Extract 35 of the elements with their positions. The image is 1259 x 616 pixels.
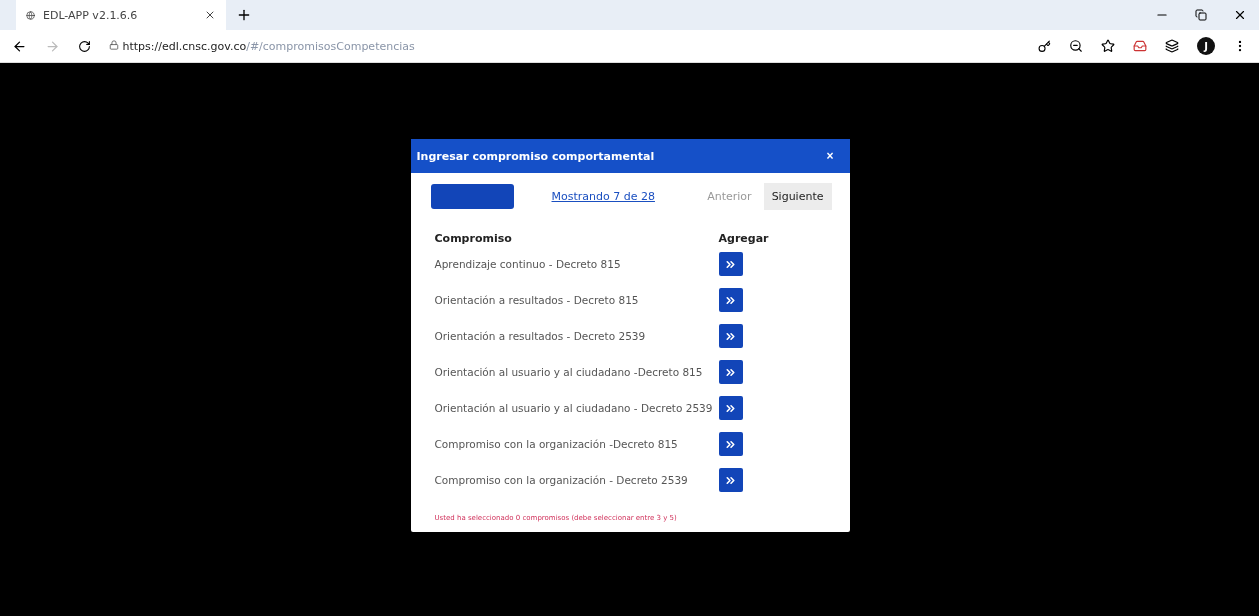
key-icon[interactable]	[1038, 39, 1051, 53]
add-button[interactable]	[718, 396, 743, 420]
column-header: Agregar	[718, 232, 770, 246]
restore-icon[interactable]	[1195, 9, 1207, 21]
page-status-link[interactable]: Mostrando 7 de 28	[551, 190, 655, 203]
back-icon[interactable]	[12, 38, 27, 54]
add-button[interactable]	[718, 468, 743, 492]
add-button[interactable]	[718, 324, 743, 348]
url-field[interactable]: https://edl.cnsc.gov.co/#/compromisosCompetencias	[109, 39, 415, 53]
add-button[interactable]	[718, 360, 743, 384]
table-cell-text: Orientación a resultados - Decreto 815	[434, 293, 640, 308]
pager-button[interactable]: Siguiente	[763, 183, 832, 210]
add-button[interactable]	[718, 432, 743, 456]
close-icon[interactable]	[1233, 8, 1247, 22]
add-button[interactable]	[718, 252, 743, 276]
table-cell-text: Orientación al usuario y al ciudadano -Decreto 815	[434, 365, 704, 380]
profile-avatar[interactable]: J	[1197, 37, 1215, 55]
add-button[interactable]	[718, 288, 743, 312]
close-icon[interactable]	[204, 9, 216, 21]
close-button[interactable]: ×	[822, 149, 838, 163]
zoom-icon[interactable]	[1069, 39, 1083, 53]
table-cell-text: Aprendizaje continuo - Decreto 815	[434, 257, 622, 272]
page-icon	[26, 10, 35, 20]
lock-icon	[109, 39, 119, 50]
column-header: Compromiso	[434, 232, 513, 246]
dialog-title: Ingresar compromiso comportamental	[416, 149, 655, 163]
new-tab-icon[interactable]	[236, 7, 252, 23]
table-cell-text: Orientación al usuario y al ciudadano - Decreto 2539	[434, 401, 714, 416]
table-cell-text: Compromiso con la organización - Decreto 2539	[434, 473, 689, 488]
tab-title: EDL-APP v2.1.6.6	[43, 8, 139, 22]
browser-tab[interactable]: EDL-APP v2.1.6.6	[16, 0, 226, 30]
table-cell-text: Compromiso con la organización -Decreto 815	[434, 437, 679, 452]
star-icon[interactable]	[1101, 39, 1115, 53]
reload-icon[interactable]	[78, 39, 91, 53]
table-cell-text: Orientación a resultados - Decreto 2539	[434, 329, 647, 344]
